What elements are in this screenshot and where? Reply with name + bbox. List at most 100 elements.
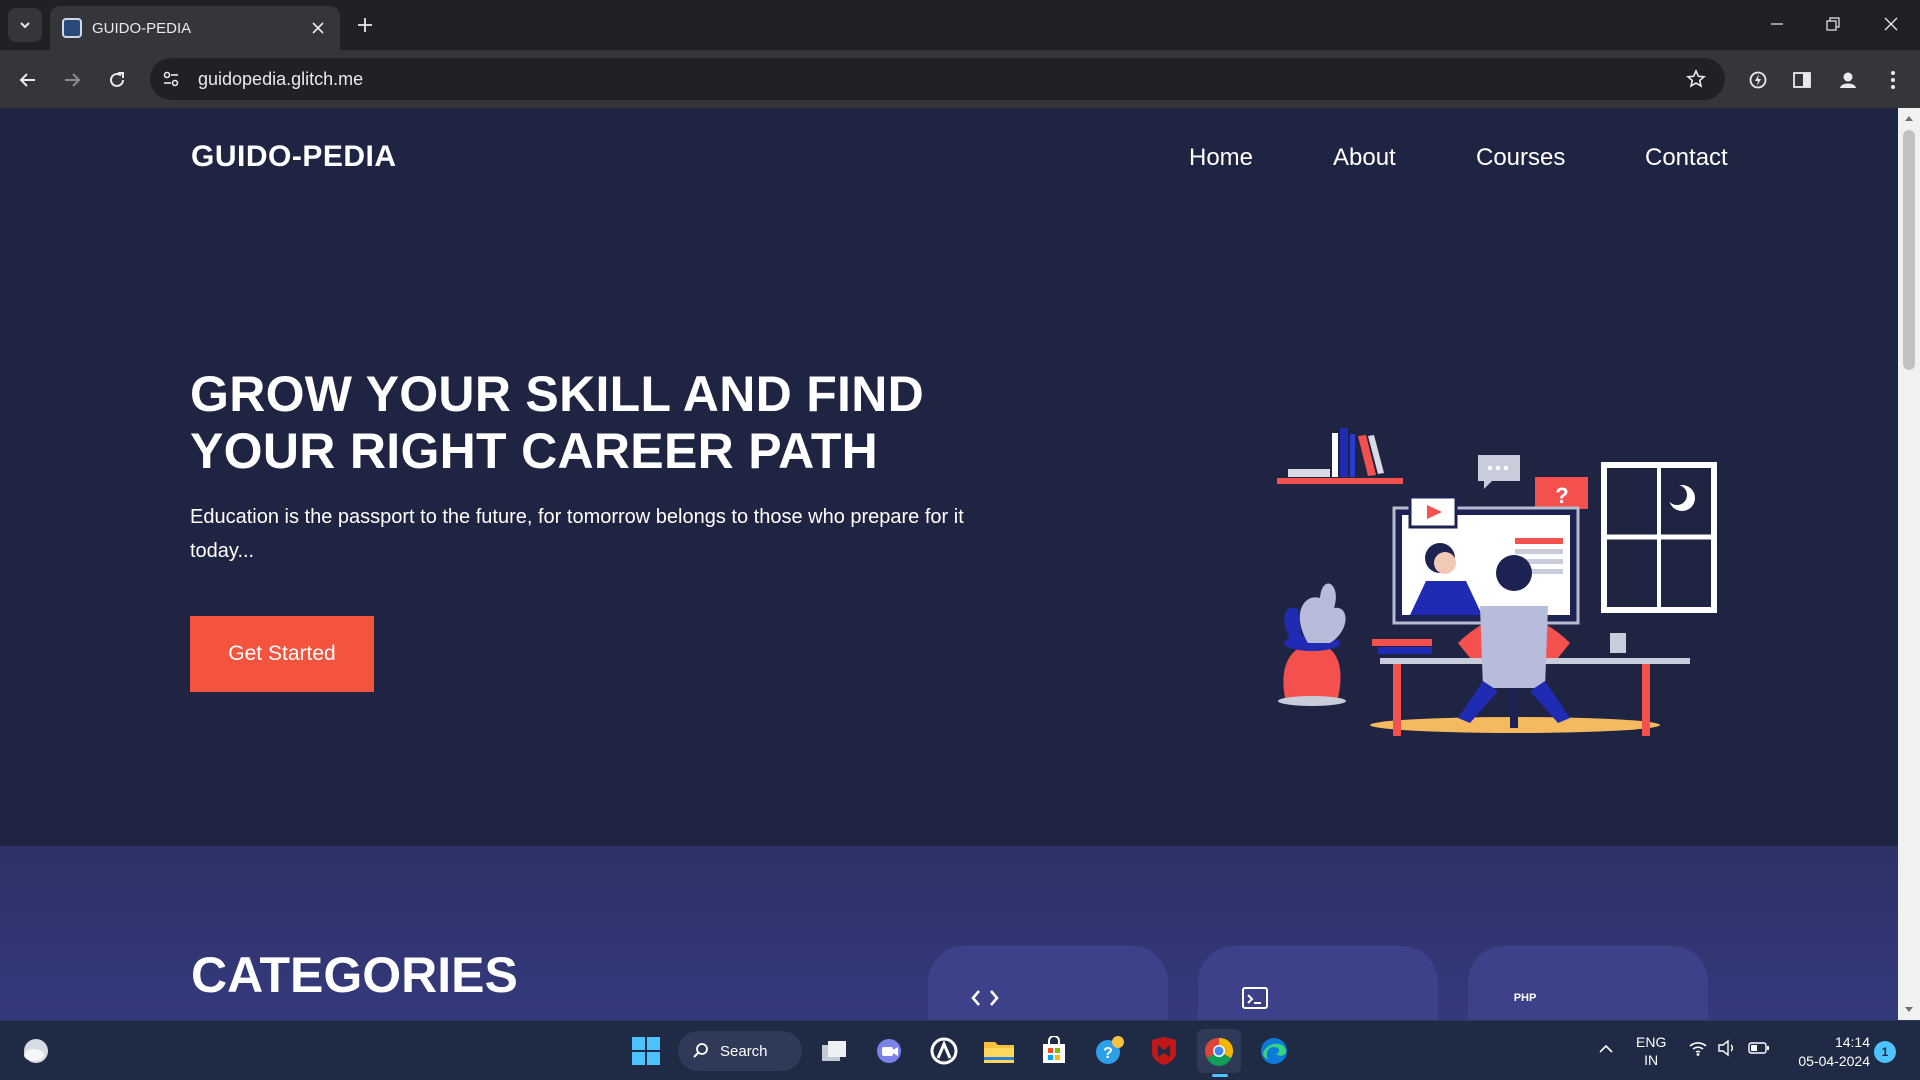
php-icon: PHP — [1508, 986, 1542, 1010]
start-button[interactable] — [624, 1029, 668, 1073]
app-launcher-icon — [930, 1037, 958, 1065]
plus-icon — [358, 18, 372, 32]
svg-text:?: ? — [1103, 1045, 1113, 1062]
weather-icon[interactable] — [20, 1037, 52, 1065]
taskbar-search[interactable]: Search — [678, 1031, 802, 1071]
hero-description: Education is the passport to the future,… — [190, 506, 964, 562]
new-tab-button[interactable] — [352, 12, 378, 38]
close-window-button[interactable] — [1868, 6, 1914, 42]
chat-icon — [877, 1039, 901, 1063]
close-icon — [1884, 17, 1898, 31]
categories-title: CATEGORIES — [191, 947, 518, 1003]
file-explorer-button[interactable] — [977, 1029, 1021, 1073]
page-scrollbar[interactable] — [1898, 108, 1920, 1020]
php-icon-label: PHP — [1513, 992, 1537, 1004]
clock-time: 14:14 — [1834, 1034, 1870, 1050]
notification-badge[interactable]: 1 — [1874, 1041, 1896, 1063]
store-icon — [1043, 1036, 1065, 1063]
browser-tab-bar: GUIDO-PEDIA — [0, 0, 1920, 50]
search-icon — [693, 1043, 708, 1058]
system-clock[interactable]: 14:14 05-04-2024 — [1780, 1033, 1870, 1071]
arrow-left-icon — [19, 73, 35, 87]
nav-link-about[interactable]: About — [1333, 144, 1396, 172]
category-card-terminal[interactable] — [1198, 946, 1438, 1020]
edge-button[interactable] — [1252, 1029, 1296, 1073]
chrome-taskbar-button[interactable] — [1197, 1029, 1241, 1073]
windows-taskbar: Search ? ENG IN 14:14 05-04-2024 1 — [0, 1020, 1920, 1080]
svg-text:?: ? — [1555, 483, 1568, 508]
teams-chat-button[interactable] — [867, 1029, 911, 1073]
microsoft-store-button[interactable] — [1032, 1029, 1076, 1073]
profile-icon — [1840, 72, 1856, 88]
back-button[interactable] — [12, 64, 44, 96]
site-logo[interactable]: GUIDO-PEDIA — [191, 140, 397, 174]
show-hidden-icons-button[interactable] — [1598, 1041, 1614, 1059]
get-help-button[interactable]: ? — [1087, 1029, 1131, 1073]
edge-icon — [1261, 1038, 1287, 1064]
browser-toolbar: guidopedia.glitch.me — [0, 50, 1920, 108]
help-icon: ? — [1096, 1036, 1124, 1064]
category-card-php[interactable]: PHP — [1468, 946, 1708, 1020]
address-bar[interactable]: guidopedia.glitch.me — [150, 58, 1725, 100]
bookmark-button[interactable] — [1679, 62, 1713, 96]
get-started-button[interactable]: Get Started — [190, 616, 374, 692]
scroll-down-arrow-icon[interactable] — [1903, 1004, 1915, 1016]
task-view-icon — [822, 1041, 846, 1061]
side-panel-button[interactable] — [1786, 64, 1818, 96]
hero-title-line-2: YOUR RIGHT CAREER PATH — [190, 423, 879, 479]
hero-title-line-1: GROW YOUR SKILL AND FIND — [190, 366, 925, 422]
taskbar-app-launcher[interactable] — [922, 1029, 966, 1073]
more-vertical-icon — [1891, 71, 1895, 89]
minimize-icon — [1771, 23, 1783, 25]
reload-icon — [110, 72, 124, 87]
mcafee-button[interactable] — [1142, 1029, 1186, 1073]
categories-section: CATEGORIES PHP — [0, 846, 1898, 1020]
wifi-status[interactable] — [1688, 1039, 1708, 1061]
chrome-icon — [1204, 1037, 1234, 1066]
reload-button[interactable] — [101, 64, 133, 96]
puzzle-icon — [1749, 71, 1767, 89]
tab-search-button[interactable] — [8, 8, 42, 42]
nav-link-home[interactable]: Home — [1189, 144, 1253, 172]
language-indicator[interactable]: ENG IN — [1636, 1033, 1666, 1069]
battery-status[interactable] — [1748, 1039, 1770, 1061]
volume-icon — [1718, 1039, 1733, 1057]
browser-menu-button[interactable] — [1877, 64, 1909, 96]
restore-icon — [1826, 17, 1840, 31]
side-panel-icon — [1793, 72, 1811, 88]
nav-link-courses[interactable]: Courses — [1476, 144, 1565, 172]
tab-title: GUIDO-PEDIA — [92, 19, 192, 37]
hero-title: GROW YOUR SKILL AND FIND YOUR RIGHT CARE… — [190, 366, 990, 480]
nav-link-contact[interactable]: Contact — [1645, 144, 1728, 172]
tab-close-button[interactable] — [308, 18, 328, 38]
task-view-button[interactable] — [812, 1029, 856, 1073]
scrollbar-thumb[interactable] — [1903, 130, 1915, 370]
battery-icon — [1748, 1042, 1769, 1054]
star-icon — [1686, 69, 1706, 88]
language-code: ENG — [1636, 1034, 1667, 1050]
chevron-down-icon — [20, 22, 30, 29]
scroll-up-arrow-icon[interactable] — [1903, 112, 1915, 124]
code-icon — [968, 986, 1002, 1010]
volume-status[interactable] — [1717, 1039, 1737, 1061]
mcafee-shield-icon — [1152, 1037, 1176, 1065]
restore-button[interactable] — [1810, 6, 1856, 42]
tune-icon — [163, 71, 179, 87]
terminal-icon — [1238, 986, 1272, 1010]
site-header: GUIDO-PEDIA Home About Courses Contact — [0, 108, 1898, 208]
arrow-right-icon — [65, 73, 81, 87]
url-text[interactable]: guidopedia.glitch.me — [198, 69, 1679, 90]
forward-button[interactable] — [56, 64, 88, 96]
site-favicon-icon — [62, 18, 82, 38]
extensions-button[interactable] — [1742, 64, 1774, 96]
chevron-up-icon — [1599, 1044, 1613, 1053]
profile-button[interactable] — [1832, 64, 1864, 96]
region-code: IN — [1644, 1052, 1659, 1068]
site-info-button[interactable] — [154, 62, 188, 96]
folder-icon — [984, 1042, 1014, 1063]
windows-logo-icon — [632, 1037, 660, 1065]
wifi-icon — [1689, 1042, 1707, 1056]
browser-tab[interactable]: GUIDO-PEDIA — [50, 6, 340, 50]
minimize-button[interactable] — [1754, 6, 1800, 42]
category-card-code[interactable] — [928, 946, 1168, 1020]
